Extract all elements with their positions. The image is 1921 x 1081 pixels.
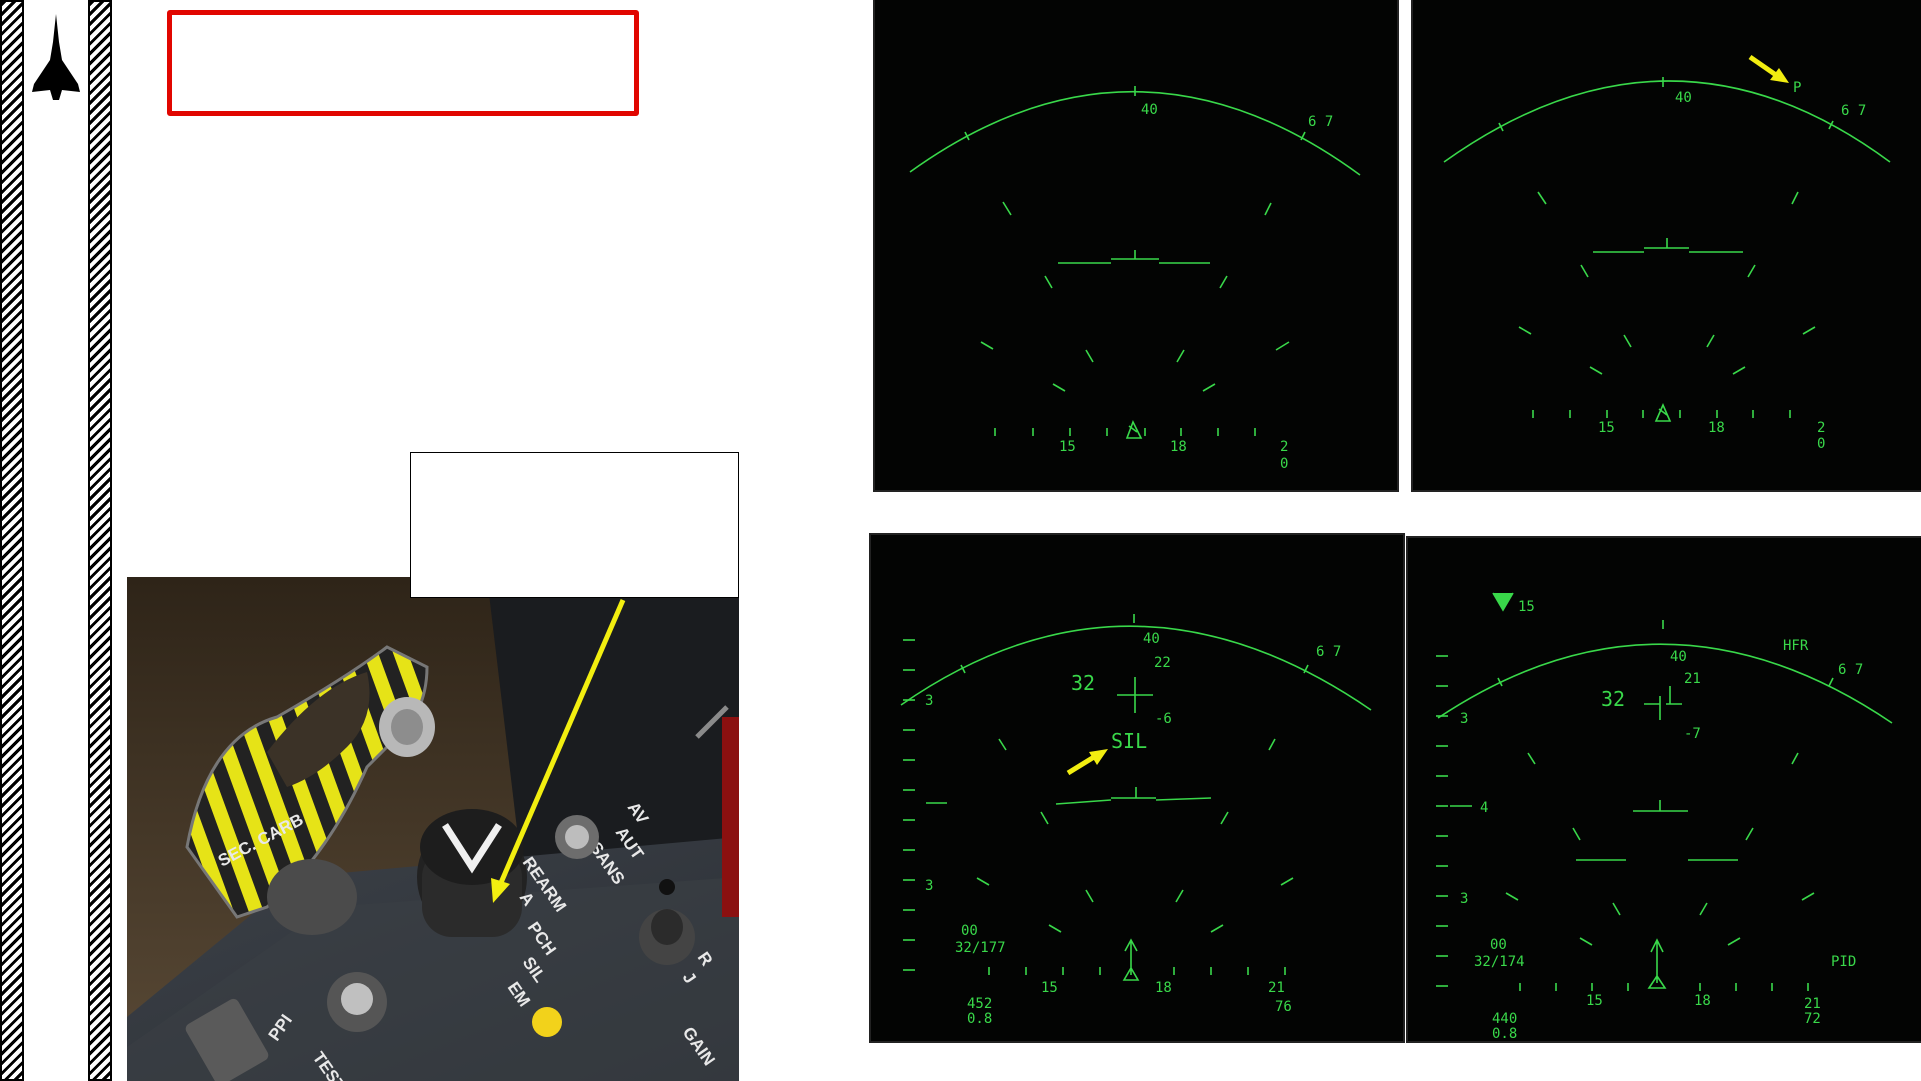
indicator-light (532, 1007, 562, 1037)
bottom-right: 76 (1275, 999, 1292, 1015)
lower-number: -7 (1684, 726, 1701, 742)
tick-2: 2 (1817, 420, 1825, 436)
tick-15: 15 (1598, 420, 1615, 436)
title-highlight-box (167, 10, 639, 116)
scale-right-label: 6 7 (1838, 662, 1863, 678)
heading-label: 40 (1143, 631, 1160, 647)
bottom-right: 72 (1804, 1011, 1821, 1027)
p-marker: P (1793, 80, 1801, 96)
range-a: 00 (961, 923, 978, 939)
tick-18: 18 (1694, 993, 1711, 1009)
tick-15: 15 (1059, 439, 1076, 455)
bottom-left-a: 452 (967, 996, 992, 1012)
bottom-left-b: 0.8 (967, 1011, 992, 1027)
tick-18: 18 (1708, 420, 1725, 436)
heading-label: 40 (1141, 102, 1158, 118)
side-mark-3b: 3 (1460, 891, 1468, 907)
left-number: 32 (1601, 687, 1625, 711)
tick-18: 18 (1155, 980, 1172, 996)
side-mark-3a: 3 (1460, 711, 1468, 727)
pid-label: PID (1831, 954, 1856, 970)
callout-box (410, 452, 739, 598)
tick-15: 15 (1041, 980, 1058, 996)
lower-number: -6 (1155, 711, 1172, 727)
side-mark-4: 4 (1480, 800, 1488, 816)
hfr-label: HFR (1783, 638, 1809, 654)
range-a: 00 (1490, 937, 1507, 953)
left-number: 32 (1071, 671, 1095, 695)
hud-display-sil: 40 6 7 32 22 -6 SIL 3 3 00 32/177 15 18 … (871, 535, 1403, 1041)
range-b: 32/177 (955, 940, 1006, 956)
top-left-number: 15 (1518, 599, 1535, 615)
tick-15: 15 (1586, 993, 1603, 1009)
scale-right-label: 6 7 (1316, 644, 1341, 660)
sil-mode-text: SIL (1111, 729, 1147, 753)
tick-21: 21 (1804, 996, 1821, 1012)
tick-2: 2 (1280, 439, 1288, 455)
right-striped-bar (88, 0, 112, 1081)
hud-display-default: 40 6 7 15 18 2 0 (875, 0, 1397, 490)
v-symbol-icon (1492, 592, 1514, 612)
tick-0: 0 (1280, 456, 1288, 472)
hud-display-p-marker: 40 P 6 7 15 18 2 0 (1413, 0, 1921, 490)
top-right-number: 22 (1154, 655, 1171, 671)
cockpit-panel-photo: SEC. CARB REARM A PCH SIL EM AV AUT SANS… (127, 577, 739, 1081)
side-mark-3a: 3 (925, 693, 933, 709)
heading-label: 40 (1670, 649, 1687, 665)
left-striped-bar (0, 0, 24, 1081)
hud-display-pid: 15 40 HFR 6 7 32 21 -7 3 4 3 00 32/174 P… (1408, 538, 1921, 1041)
bottom-left-a: 440 (1492, 1011, 1517, 1027)
top-right-number: 21 (1684, 671, 1701, 687)
tick-21: 21 (1268, 980, 1285, 996)
scale-right-label: 6 7 (1308, 114, 1333, 130)
scale-right-label: 6 7 (1841, 103, 1866, 119)
bottom-left-b: 0.8 (1492, 1026, 1517, 1041)
range-b: 32/174 (1474, 954, 1525, 970)
side-mark-3b: 3 (925, 878, 933, 894)
tick-18: 18 (1170, 439, 1187, 455)
tick-0: 0 (1817, 436, 1825, 452)
heading-label: 40 (1675, 90, 1692, 106)
aircraft-silhouette-icon (32, 14, 80, 100)
